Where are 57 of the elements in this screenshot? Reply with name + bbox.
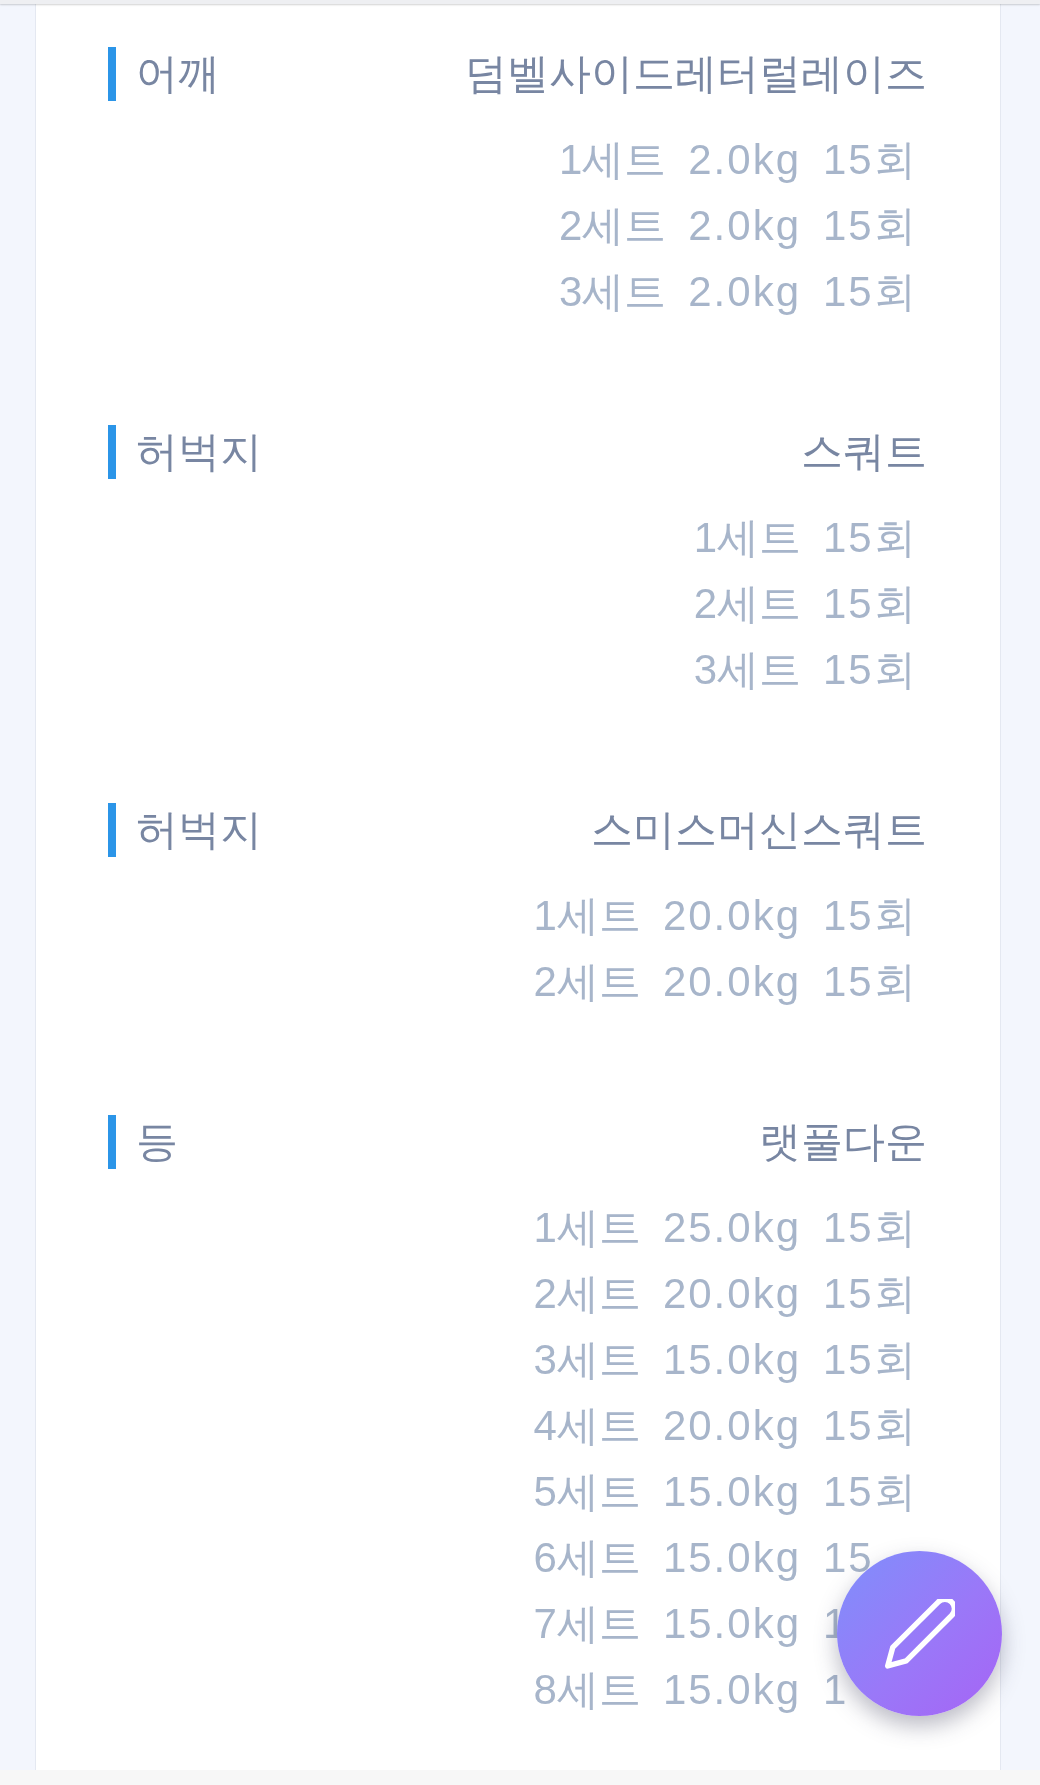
set-weight: 2.0kg: [688, 201, 801, 251]
category-label: 어깨: [136, 49, 220, 99]
exercise-name: 덤벨사이드레터럴레이즈: [465, 49, 927, 99]
set-weight: 20.0kg: [662, 1269, 801, 1319]
set-weight: 15.0kg: [662, 1533, 801, 1583]
set-number: 1세트: [558, 135, 667, 185]
set-weight: 2.0kg: [688, 135, 801, 185]
set-reps: 15회: [823, 201, 918, 251]
pencil-icon: [884, 1598, 955, 1669]
set-reps: 15회: [823, 135, 918, 185]
set-number: 1세트: [533, 1203, 641, 1253]
exercise-name: 랫풀다운: [759, 1117, 927, 1167]
set-reps: 15회: [823, 957, 918, 1007]
category-label: 등: [136, 1117, 178, 1167]
set-reps: 15회: [823, 645, 918, 695]
category-label: 허벅지: [136, 805, 262, 855]
set-weight: 15.0kg: [662, 1467, 801, 1517]
set-number: 3세트: [558, 267, 667, 317]
category-marker-icon: [108, 47, 116, 101]
set-number: 5세트: [533, 1467, 641, 1517]
set-weight: 20.0kg: [662, 1401, 801, 1451]
set-weight: 20.0kg: [662, 891, 801, 941]
set-reps: 15회: [823, 891, 918, 941]
set-reps: 15회: [823, 513, 918, 563]
set-reps: 15회: [823, 579, 918, 629]
set-number: 8세트: [533, 1665, 641, 1715]
category-label: 허벅지: [136, 427, 262, 477]
set-weight: 25.0kg: [662, 1203, 801, 1253]
set-reps: 15회: [823, 1401, 918, 1451]
set-weight: 15.0kg: [662, 1335, 801, 1385]
set-number: 3세트: [693, 645, 801, 695]
set-reps: 15회: [823, 1269, 918, 1319]
set-reps: 15: [823, 1533, 874, 1583]
set-number: 7세트: [533, 1599, 641, 1649]
category-marker-icon: [108, 1115, 116, 1169]
set-reps: 1: [823, 1665, 849, 1715]
set-reps: 15회: [823, 1467, 918, 1517]
set-number: 1세트: [533, 891, 641, 941]
set-number: 1세트: [693, 513, 801, 563]
set-weight: 15.0kg: [662, 1599, 801, 1649]
set-number: 3세트: [533, 1335, 641, 1385]
set-number: 2세트: [558, 201, 667, 251]
set-weight: 2.0kg: [688, 267, 801, 317]
set-number: 6세트: [533, 1533, 641, 1583]
set-weight: 20.0kg: [662, 957, 801, 1007]
exercise-name: 스미스머신스쿼트: [591, 805, 927, 855]
set-number: 4세트: [533, 1401, 641, 1451]
set-number: 2세트: [693, 579, 801, 629]
set-reps: 15회: [823, 1203, 918, 1253]
set-number: 2세트: [533, 1269, 641, 1319]
set-number: 2세트: [533, 957, 641, 1007]
set-reps: 15회: [823, 267, 918, 317]
exercise-name: 스쿼트: [801, 427, 927, 477]
category-marker-icon: [108, 803, 116, 857]
set-weight: 15.0kg: [662, 1665, 801, 1715]
set-reps: 15회: [823, 1335, 918, 1385]
category-marker-icon: [108, 425, 116, 479]
